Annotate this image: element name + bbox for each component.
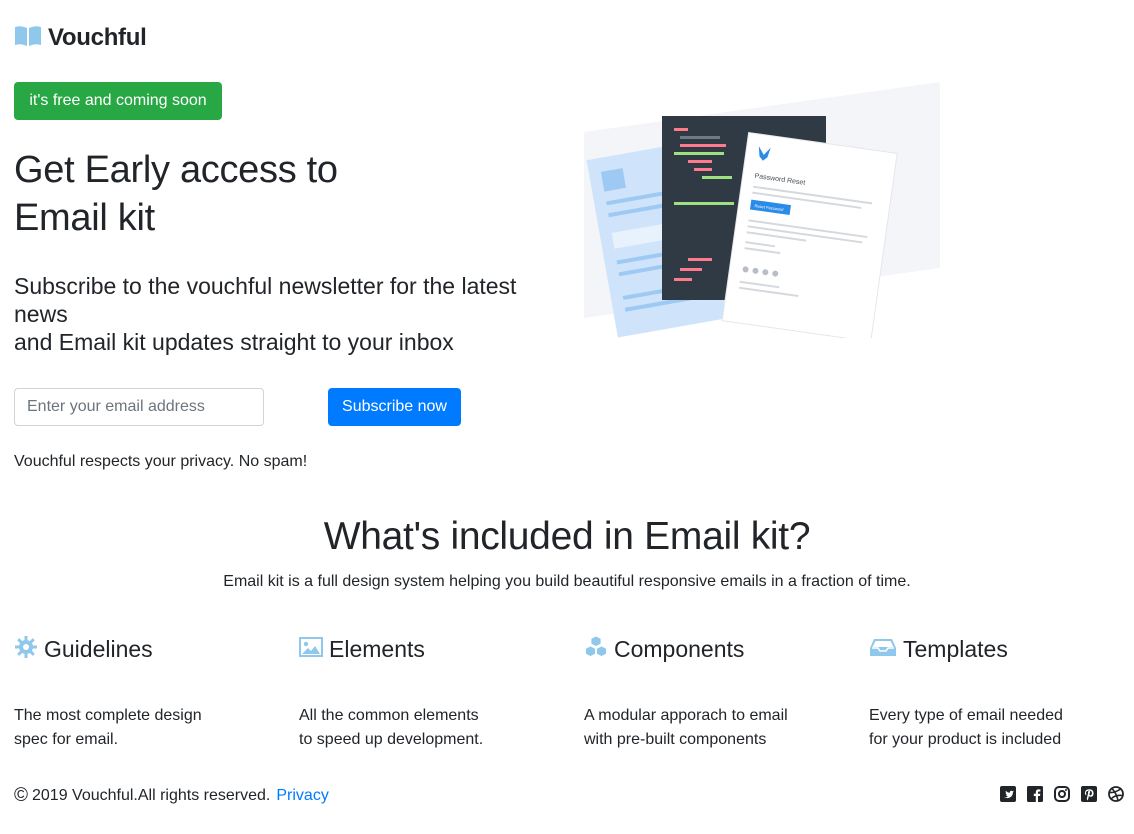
feature-description-line: to speed up development. [299, 731, 484, 748]
hero-subtitle-line: Subscribe to the vouchful newsletter for… [14, 273, 517, 299]
facebook-icon[interactable] [1027, 786, 1043, 802]
feature-templates: Templates Every type of email needed for… [869, 634, 1129, 752]
hero-title-line: Email kit [14, 197, 155, 239]
coming-soon-badge: it's free and coming soon [14, 82, 222, 120]
feature-description: All the common elements to speed up deve… [299, 704, 539, 752]
feature-description-line: spec for email. [14, 731, 119, 748]
copyright-text: 2019 Vouchful.All rights reserved. [32, 787, 271, 804]
feature-description-line: A modular apporach to email [584, 707, 788, 724]
feature-description-line: with pre-built components [584, 731, 767, 748]
feature-title: Templates [903, 635, 1008, 662]
hero-subtitle-line: news [14, 301, 68, 327]
section-title: What's included in Email kit? [323, 515, 811, 558]
feature-description-line: All the common elements [299, 707, 479, 724]
inbox-icon [869, 637, 897, 662]
image-icon [299, 636, 323, 662]
feature-description: Every type of email needed for your prod… [869, 704, 1109, 752]
brand-name: Vouchful [48, 24, 147, 51]
section-description: Email kit is a full design system helpin… [223, 573, 911, 590]
feature-components: Components A modular apporach to email w… [584, 634, 844, 752]
feature-title: Components [614, 635, 745, 662]
privacy-note: Vouchful respects your privacy. No spam! [14, 453, 308, 470]
subscribe-button[interactable]: Subscribe now [328, 388, 461, 426]
privacy-link[interactable]: Privacy [276, 787, 328, 805]
twitter-icon[interactable] [1000, 786, 1016, 802]
feature-elements: Elements All the common elements to spee… [299, 634, 559, 752]
hero-title-line: Get Early access to [14, 149, 338, 191]
book-icon [14, 25, 42, 52]
feature-description: A modular apporach to email with pre-bui… [584, 704, 824, 752]
hero-title: Get Early access to Email kit [14, 146, 534, 242]
gear-icon [14, 635, 38, 664]
social-links [1000, 786, 1124, 802]
pinterest-icon[interactable] [1081, 786, 1097, 802]
instagram-icon[interactable] [1054, 786, 1070, 802]
footer-copyright: © 2019 Vouchful.All rights reserved. Pri… [14, 785, 329, 807]
feature-description-line: for your product is included [869, 731, 1062, 748]
brand-logo[interactable]: Vouchful [14, 24, 147, 52]
feature-title: Elements [329, 635, 425, 662]
hero-subtitle: Subscribe to the vouchful newsletter for… [14, 272, 559, 356]
dribbble-icon[interactable] [1108, 786, 1124, 802]
email-kit-illustration: Password Reset Reset Password [584, 82, 940, 343]
feature-description: The most complete design spec for email. [14, 704, 254, 752]
email-field[interactable] [14, 388, 264, 426]
feature-description-line: The most complete design [14, 707, 202, 724]
copyright-icon: © [14, 785, 28, 806]
feature-description-line: Every type of email needed [869, 707, 1063, 724]
feature-title: Guidelines [44, 635, 153, 662]
hero-subtitle-line: and Email kit updates straight to your i… [14, 329, 454, 355]
feature-guidelines: Guidelines The most complete design spec… [14, 634, 274, 752]
cubes-icon [584, 635, 608, 664]
